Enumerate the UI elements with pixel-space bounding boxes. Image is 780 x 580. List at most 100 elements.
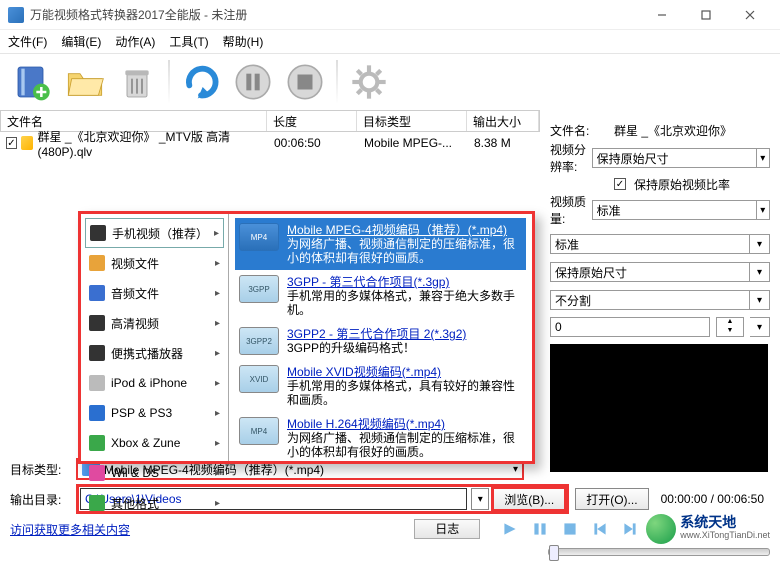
menu-bar: 文件(F) 编辑(E) 动作(A) 工具(T) 帮助(H)	[0, 30, 780, 54]
chevron-down-icon[interactable]: ▾	[471, 488, 489, 510]
keep-ratio-checkbox[interactable]: ✓	[614, 178, 626, 190]
category-item[interactable]: Xbox & Zune ▸	[85, 428, 224, 458]
format-item[interactable]: 3GPP3GPP - 第三代合作项目(*.3gp)手机常用的多媒体格式，兼容于绝…	[235, 270, 526, 322]
more-link[interactable]: 访问获取更多相关内容	[10, 521, 130, 538]
col-size[interactable]: 输出大小	[467, 111, 539, 131]
video-quality-select[interactable]	[592, 200, 757, 220]
pause-icon[interactable]	[230, 59, 276, 105]
format-desc: 手机常用的多媒体格式，具有较好的兼容性和画质。	[287, 379, 522, 407]
menu-file[interactable]: 文件(F)	[8, 33, 47, 50]
brand-logo[interactable]: 系统天地www.XiTongTianDi.net	[646, 514, 770, 544]
quality-label: 视频质量:	[550, 193, 592, 227]
format-list: MP4Mobile MPEG-4视频编码（推荐）(*.mp4)为网络广播、视频通…	[229, 214, 532, 461]
maximize-button[interactable]	[684, 1, 728, 29]
seek-slider[interactable]	[548, 548, 770, 556]
filename-label: 文件名:	[550, 122, 614, 139]
audio-quality-select[interactable]	[550, 234, 750, 254]
separator	[168, 60, 170, 104]
chevron-right-icon: ▸	[214, 228, 219, 239]
chevron-down-icon[interactable]: ▾	[757, 200, 770, 220]
minimize-button[interactable]	[640, 1, 684, 29]
category-item[interactable]: 便携式播放器▸	[85, 338, 224, 368]
file-row[interactable]: ✓群星 _《北京欢迎你》 _MTV版 高清 (480P).qlv 00:06:5…	[0, 132, 540, 154]
scale-select[interactable]	[550, 262, 750, 282]
number-input[interactable]	[550, 317, 710, 337]
next-frame-icon[interactable]	[620, 519, 640, 539]
chevron-down-icon[interactable]: ▾	[757, 148, 770, 168]
menu-edit[interactable]: 编辑(E)	[61, 33, 101, 50]
category-list: 手机视频（推荐）▸视频文件▸音频文件▸高清视频▸便携式播放器▸iPod & iP…	[81, 214, 229, 461]
category-item[interactable]: 其他格式▸	[85, 488, 224, 518]
stop-icon[interactable]	[560, 519, 580, 539]
format-title: Mobile XVID视频编码(*.mp4)	[287, 365, 522, 379]
category-item[interactable]: 音频文件▸	[85, 278, 224, 308]
category-item[interactable]: 视频文件▸	[85, 248, 224, 278]
add-file-icon[interactable]	[10, 59, 56, 105]
category-icon	[89, 375, 105, 391]
open-button[interactable]: 打开(O)...	[575, 488, 648, 510]
stop-icon[interactable]	[282, 59, 328, 105]
category-label: 音频文件	[111, 285, 159, 302]
settings-icon[interactable]	[346, 59, 392, 105]
chevron-down-icon[interactable]: ▾	[750, 317, 770, 337]
browse-button[interactable]: 浏览(B)...	[493, 488, 565, 510]
chevron-right-icon: ▸	[215, 468, 220, 479]
row-size: 8.38 M	[468, 136, 540, 150]
play-icon[interactable]	[500, 519, 520, 539]
format-item[interactable]: 3GPP23GPP2 - 第三代合作项目 2(*.3g2)3GPP的升级编码格式…	[235, 322, 526, 360]
brand-name: 系统天地	[680, 516, 770, 529]
chevron-right-icon: ▸	[215, 438, 220, 449]
delete-icon[interactable]	[114, 59, 160, 105]
open-folder-icon[interactable]	[62, 59, 108, 105]
format-item[interactable]: MP4Mobile H.264视频编码(*.mp4)为网络广播、视频通信制定的压…	[235, 412, 526, 461]
properties-pane: 文件名:群星 _《北京欢迎你》 视频分辨率: ▾ ✓保持原始视频比率 视频质量:…	[540, 110, 780, 450]
format-item[interactable]: MP4Mobile MPEG-4视频编码（推荐）(*.mp4)为网络广播、视频通…	[235, 218, 526, 270]
resolution-label: 视频分辨率:	[550, 141, 592, 175]
chevron-right-icon: ▸	[215, 258, 220, 269]
category-icon	[90, 225, 106, 241]
chevron-down-icon[interactable]: ▾	[750, 234, 770, 254]
file-icon	[21, 136, 34, 150]
prev-frame-icon[interactable]	[590, 519, 610, 539]
category-item[interactable]: 手机视频（推荐） ▸	[85, 218, 224, 248]
app-icon	[8, 7, 24, 23]
menu-tools[interactable]: 工具(T)	[169, 33, 208, 50]
chevron-down-icon[interactable]: ▾	[513, 464, 518, 475]
chevron-right-icon: ▸	[215, 378, 220, 389]
split-select[interactable]	[550, 290, 750, 310]
row-checkbox[interactable]: ✓	[6, 137, 17, 149]
log-button[interactable]: 日志	[414, 519, 480, 539]
globe-icon	[646, 514, 676, 544]
col-length[interactable]: 长度	[267, 111, 357, 131]
output-label: 输出目录:	[10, 491, 70, 508]
close-button[interactable]	[728, 1, 772, 29]
category-item[interactable]: Wii & DS▸	[85, 458, 224, 488]
category-label: 手机视频（推荐）	[112, 225, 208, 242]
category-icon	[89, 255, 105, 271]
row-length: 00:06:50	[268, 136, 358, 150]
timecode: 00:00:00 / 00:06:50	[655, 492, 770, 506]
format-title: Mobile MPEG-4视频编码（推荐）(*.mp4)	[287, 223, 522, 237]
format-badge-icon: 3GPP2	[239, 327, 279, 355]
format-title: Mobile H.264视频编码(*.mp4)	[287, 417, 522, 431]
spin-buttons[interactable]: ▲▼	[716, 317, 744, 337]
col-target[interactable]: 目标类型	[357, 111, 467, 131]
menu-action[interactable]: 动作(A)	[115, 33, 155, 50]
convert-icon[interactable]	[178, 59, 224, 105]
slider-thumb[interactable]	[549, 545, 559, 561]
category-item[interactable]: PSP & PS3▸	[85, 398, 224, 428]
pause-icon[interactable]	[530, 519, 550, 539]
row-filename: 群星 _《北京欢迎你》 _MTV版 高清 (480P).qlv	[37, 128, 262, 159]
menu-help[interactable]: 帮助(H)	[223, 33, 264, 50]
chevron-down-icon[interactable]: ▾	[750, 262, 770, 282]
format-item[interactable]: XVIDMobile XVID视频编码(*.mp4)手机常用的多媒体格式，具有较…	[235, 360, 526, 412]
category-item[interactable]: iPod & iPhone ▸	[85, 368, 224, 398]
category-label: Xbox & Zune	[111, 436, 180, 450]
category-label: iPod & iPhone	[111, 376, 187, 390]
chevron-down-icon[interactable]: ▾	[750, 290, 770, 310]
chevron-right-icon: ▸	[215, 408, 220, 419]
title-bar: 万能视频格式转换器2017全能版 - 未注册	[0, 0, 780, 30]
resolution-select[interactable]	[592, 148, 757, 168]
category-item[interactable]: 高清视频▸	[85, 308, 224, 338]
category-icon	[89, 285, 105, 301]
